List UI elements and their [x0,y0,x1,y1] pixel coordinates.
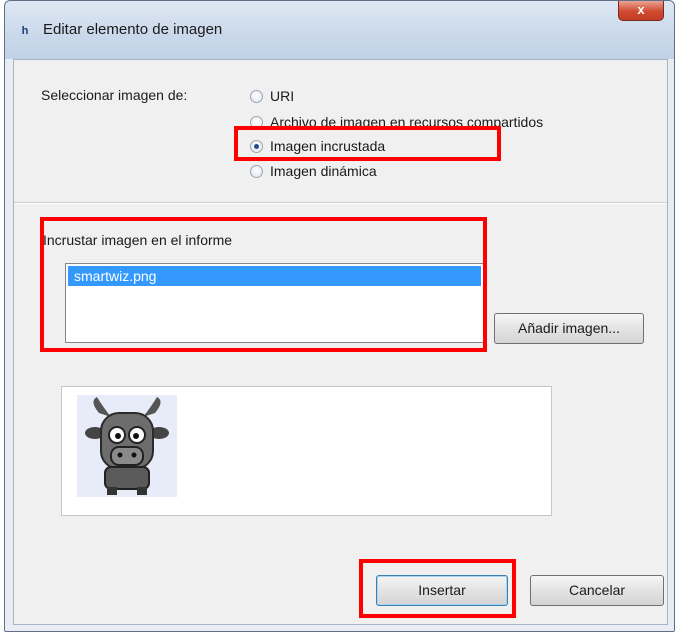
radio-embedded-label: Imagen incrustada [270,138,386,154]
separator [14,202,667,204]
radio-dynamic-button[interactable] [250,165,263,178]
insert-button[interactable]: Insertar [376,575,508,606]
list-item[interactable]: smartwiz.png [68,266,481,286]
close-icon: x [637,2,645,17]
add-image-button[interactable]: Añadir imagen... [494,313,644,344]
image-preview [61,386,552,516]
radio-uri-label: URI [270,88,295,104]
goat-mascot-icon [77,395,177,497]
close-button[interactable]: x [618,1,664,21]
radio-uri-button[interactable] [250,90,263,103]
select-source-label: Seleccionar imagen de: [41,87,188,103]
radio-dynamic-label: Imagen dinámica [270,163,377,179]
radio-embedded-button[interactable] [250,140,263,153]
dialog-window: h Editar elemento de imagen x Selecciona… [4,0,675,632]
title-bar[interactable]: h Editar elemento de imagen x [5,1,674,59]
cancel-button[interactable]: Cancelar [530,575,664,606]
dialog-body: Seleccionar imagen de: URI Archivo de im… [13,59,668,625]
window-title: Editar elemento de imagen [43,21,223,38]
embedded-images-list[interactable]: smartwiz.png [65,263,484,343]
embed-image-label: Incrustar imagen en el informe [43,232,233,248]
app-icon: h [21,25,29,37]
radio-shared-file-label: Archivo de imagen en recursos compartido… [270,114,544,130]
radio-shared-file-button[interactable] [250,116,263,129]
